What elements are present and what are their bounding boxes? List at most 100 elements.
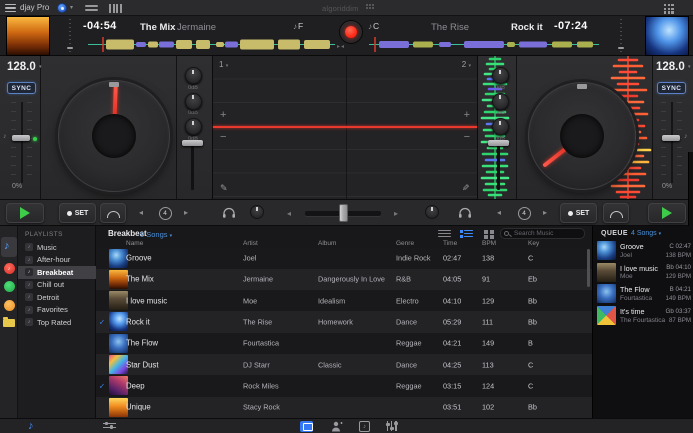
track-row[interactable]: Star DustDJ StarrClassicDance04:25113C: [96, 354, 592, 375]
deck2-headphones-icon[interactable]: [458, 207, 472, 219]
library-music-icon[interactable]: ♪: [28, 420, 34, 432]
playlist-item[interactable]: ♪Music: [18, 241, 96, 254]
deck2-overview-waveform[interactable]: [369, 37, 599, 52]
queue-item[interactable]: It's timeThe FourtasticaGb 03:3787 BPM: [593, 305, 693, 327]
track-row[interactable]: The MixJermaineDangerously In LoveR&B04:…: [96, 269, 592, 290]
deck2-loop-double-icon[interactable]: ▸: [543, 208, 547, 217]
column-header[interactable]: Artist: [243, 240, 258, 247]
menu-icon[interactable]: [5, 4, 16, 14]
deck2-loop-beats[interactable]: 4: [509, 204, 539, 222]
deck1-cue-set-button[interactable]: SET: [59, 203, 96, 223]
column-header[interactable]: Name: [126, 240, 143, 247]
playlist-item[interactable]: ♪Favorites: [18, 304, 96, 317]
playlist-item[interactable]: ♪Top Rated: [18, 316, 96, 329]
itunes-source-icon[interactable]: ♪: [4, 263, 15, 274]
crossfader-right-icon[interactable]: ▸: [394, 209, 398, 218]
apps-grid-icon[interactable]: [664, 4, 674, 14]
column-header[interactable]: Time: [443, 240, 457, 247]
vertical-decks-view-icon[interactable]: [109, 4, 122, 13]
automix-icon[interactable]: [57, 3, 67, 13]
eq-knob[interactable]: [185, 118, 202, 135]
list-with-art-view-icon[interactable]: [460, 230, 473, 239]
deck1-zoom-out-button[interactable]: −: [220, 132, 226, 142]
deck1-wave-label[interactable]: 1 ▾: [219, 60, 228, 69]
grid-view-icon[interactable]: [484, 230, 497, 239]
column-header[interactable]: Genre: [396, 240, 414, 247]
record-button[interactable]: [339, 20, 363, 44]
deck1-overview-waveform[interactable]: [88, 37, 335, 52]
deck2-edit-pencil-icon[interactable]: ✎: [462, 183, 470, 194]
eq-knob[interactable]: [492, 118, 509, 135]
spotify-source-icon[interactable]: [4, 281, 15, 292]
deck2-zoom-in-button[interactable]: +: [464, 110, 470, 120]
deck1-bpm[interactable]: 128.0 ▾: [7, 61, 42, 73]
eq-knob[interactable]: [185, 93, 202, 110]
add-user-icon[interactable]: [331, 421, 343, 432]
playlist-item[interactable]: ♪After-hour: [18, 254, 96, 267]
playlist-item[interactable]: ♪Detroit: [18, 291, 96, 304]
list-view-icon[interactable]: [438, 230, 451, 239]
song-count-link[interactable]: 9 Songs ▾: [140, 230, 172, 239]
soundcloud-source-icon[interactable]: [4, 300, 15, 311]
deck2-wave-label[interactable]: 2 ▾: [462, 60, 471, 69]
playlist-item[interactable]: ♪Breakbeat: [18, 266, 96, 279]
deck1-loop-double-icon[interactable]: ▸: [184, 208, 188, 217]
browser-toggle-icon[interactable]: [300, 421, 313, 432]
deck1-filter-knob[interactable]: [250, 205, 264, 219]
deck2-filter-knob[interactable]: [425, 205, 439, 219]
deck2-play-button[interactable]: [648, 203, 686, 223]
deck1-loop-beats[interactable]: 4: [150, 204, 180, 222]
search-input[interactable]: [500, 228, 585, 239]
deck1-mini-fader[interactable]: [69, 19, 71, 53]
deck2-loop-button[interactable]: [603, 203, 629, 223]
music-note-icon[interactable]: ♪: [4, 240, 10, 252]
track-row[interactable]: ≡The FlowFourtasticaReggae04:21149B: [96, 333, 592, 354]
horizontal-decks-view-icon[interactable]: [85, 5, 98, 13]
track-row[interactable]: ✓DeepRock MilesReggae03:15124C: [96, 375, 592, 396]
eq-knob[interactable]: [492, 93, 509, 110]
deck2-sync-button[interactable]: SYNC: [657, 82, 686, 94]
folder-source-icon[interactable]: [3, 319, 15, 327]
column-header[interactable]: BPM: [482, 240, 496, 247]
track-row[interactable]: ≡I love musicMoeIdealismElectro04:10129B…: [96, 290, 592, 311]
waveform-panel[interactable]: 1 ▾ 2 ▾ + − + − ✎ ✎: [212, 56, 478, 199]
crossfader-left-icon[interactable]: ◂: [287, 209, 291, 218]
deck1-headphones-icon[interactable]: [222, 207, 236, 219]
automix-transition-icon[interactable]: ▸◂: [337, 43, 345, 50]
playlist-item[interactable]: ♪Chill out: [18, 279, 96, 292]
track-row[interactable]: ≡GrooveJoelIndie Rock02:47138C: [96, 248, 592, 269]
levels-icon[interactable]: [387, 421, 397, 431]
eq-knob[interactable]: [492, 67, 509, 84]
track-row[interactable]: ✓Rock itThe RiseHomeworkDance05:29111Bb: [96, 311, 592, 332]
deck1-zoom-in-button[interactable]: +: [220, 110, 226, 120]
deck2-jog-wheel[interactable]: [528, 82, 636, 190]
deck1-volume-fader[interactable]: [182, 140, 203, 146]
queue-item[interactable]: I love musicMoeBb 04:10129 BPM: [593, 262, 693, 284]
deck2-zoom-out-button[interactable]: −: [464, 132, 470, 142]
chevron-down-icon[interactable]: ▾: [70, 4, 73, 11]
deck2-pitch-slider[interactable]: [662, 135, 680, 141]
deck1-loop-halve-icon[interactable]: ◂: [139, 208, 143, 217]
deck2-cue-set-button[interactable]: SET: [560, 203, 597, 223]
deck1-jog-wheel[interactable]: [58, 80, 170, 192]
column-header[interactable]: Key: [528, 240, 539, 247]
deck1-sync-button[interactable]: SYNC: [7, 82, 36, 94]
deck2-volume-fader[interactable]: [488, 140, 509, 146]
queue-item[interactable]: GrooveJoelC 02:47138 BPM: [593, 240, 693, 262]
column-header[interactable]: Album: [318, 240, 336, 247]
deck2-bpm[interactable]: 128.0 ▾: [656, 61, 691, 73]
track-row[interactable]: UniqueStacy Rock03:51102Bb: [96, 397, 592, 418]
crossfader[interactable]: [339, 204, 348, 222]
deck2-mini-fader[interactable]: [620, 19, 622, 53]
eq-knob[interactable]: [185, 67, 202, 84]
music-library-icon[interactable]: ♪: [359, 421, 370, 432]
deck1-edit-pencil-icon[interactable]: ✎: [220, 183, 228, 194]
deck1-loop-button[interactable]: [100, 203, 126, 223]
deck1-play-button[interactable]: [6, 203, 44, 223]
deck2-loop-halve-icon[interactable]: ◂: [497, 208, 501, 217]
queue-item[interactable]: The FlowFourtasticaB 04:21149 BPM: [593, 283, 693, 305]
table-scrollbar[interactable]: [587, 249, 590, 287]
deck1-pitch-slider[interactable]: [12, 135, 30, 141]
queue-count-link[interactable]: 4 Songs ▾: [631, 230, 661, 237]
mixer-settings-icon[interactable]: [103, 423, 116, 431]
